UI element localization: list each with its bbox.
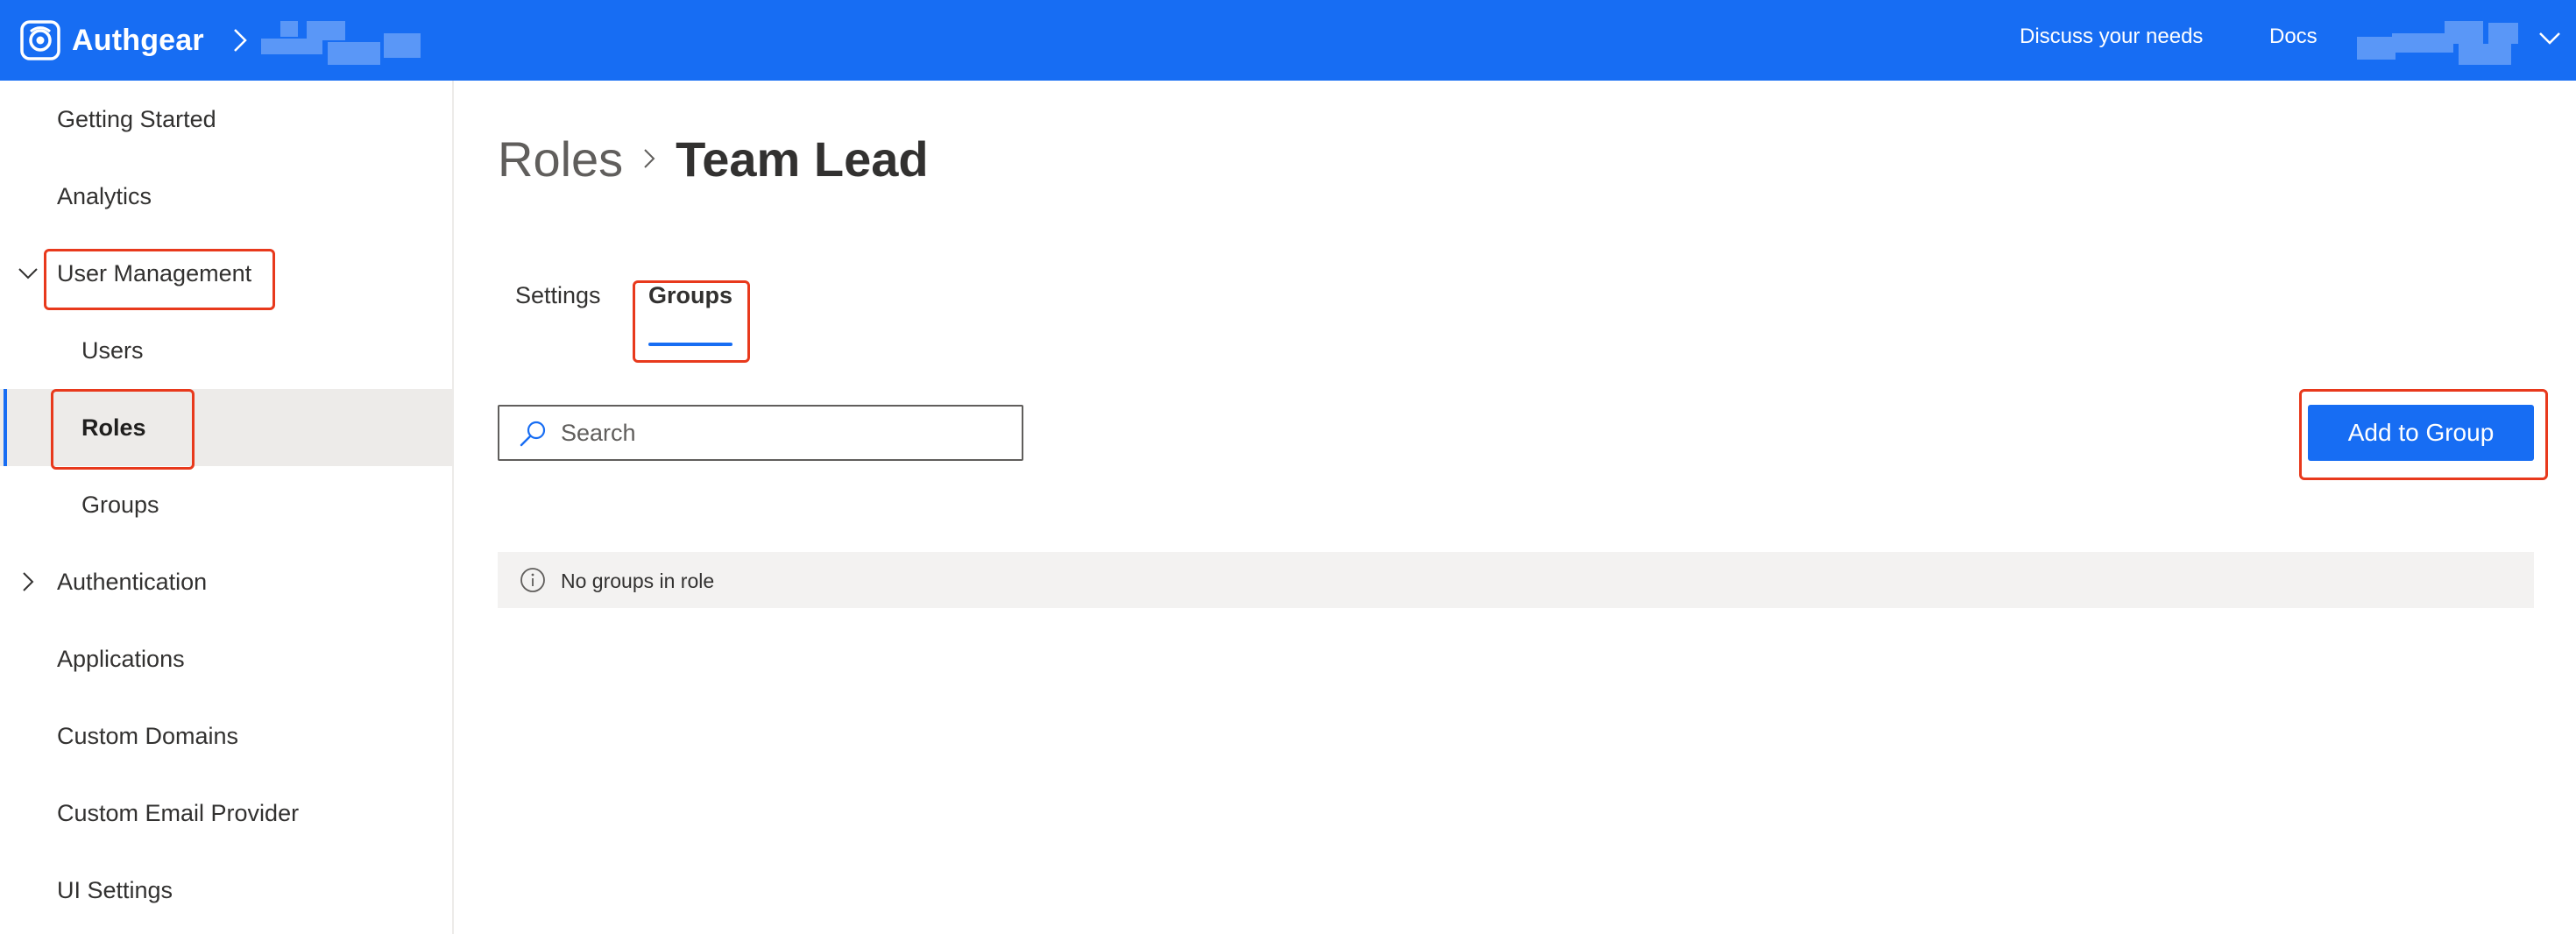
top-bar: Authgear Discuss your needs Docs <box>0 0 2576 81</box>
page-title: Team Lead <box>676 131 929 187</box>
search-icon <box>520 421 546 447</box>
sidebar-item-label: Authentication <box>57 568 208 595</box>
main-content: Roles Team Lead Settings Groups Add to G… <box>456 81 2576 934</box>
discuss-your-needs-link[interactable]: Discuss your needs <box>2020 25 2203 49</box>
sidebar-item-custom-email-provider[interactable]: Custom Email Provider <box>0 775 452 852</box>
empty-state-text: No groups in role <box>561 570 715 592</box>
sidebar-item-ui-settings[interactable]: UI Settings <box>0 852 452 929</box>
sidebar-item-label: Getting Started <box>57 105 216 132</box>
docs-link[interactable]: Docs <box>2269 25 2318 49</box>
project-switcher[interactable] <box>261 16 433 65</box>
sidebar-item-custom-domains[interactable]: Custom Domains <box>0 697 452 775</box>
chevron-right-icon[interactable] <box>18 571 39 592</box>
sidebar-item-users[interactable]: Users <box>0 312 452 389</box>
add-to-group-button[interactable]: Add to Group <box>2308 405 2534 461</box>
sidebar-nav: Getting Started Analytics User Managemen… <box>0 81 454 934</box>
sidebar-item-analytics[interactable]: Analytics <box>0 158 452 235</box>
account-menu[interactable] <box>2357 18 2529 67</box>
sidebar-item-getting-started[interactable]: Getting Started <box>0 81 452 158</box>
search-box[interactable] <box>498 405 1023 461</box>
sidebar-item-groups[interactable]: Groups <box>0 466 452 543</box>
breadcrumb: Roles Team Lead <box>498 128 929 189</box>
tab-settings[interactable]: Settings <box>515 282 601 326</box>
chevron-right-icon <box>644 149 655 168</box>
sidebar-item-label: Custom Domains <box>57 722 239 749</box>
sidebar-item-user-management[interactable]: User Management <box>0 235 452 312</box>
brand-name: Authgear <box>72 23 204 57</box>
sidebar-item-label: Roles <box>81 414 146 441</box>
sidebar-item-label: Custom Email Provider <box>57 799 300 826</box>
chevron-down-icon[interactable] <box>18 263 39 284</box>
brand-home-link[interactable]: Authgear <box>19 18 204 63</box>
sidebar-item-label: Analytics <box>57 182 152 209</box>
sidebar-item-authentication[interactable]: Authentication <box>0 543 452 620</box>
tab-groups[interactable]: Groups <box>648 282 732 326</box>
sidebar-item-roles[interactable]: Roles <box>0 389 452 466</box>
sidebar-item-label: Users <box>81 336 144 364</box>
empty-state-notice: No groups in role <box>498 552 2534 608</box>
sidebar-item-applications[interactable]: Applications <box>0 620 452 697</box>
sidebar-item-label: Groups <box>81 491 159 518</box>
breadcrumb-roles-link[interactable]: Roles <box>498 131 623 188</box>
tab-selected-indicator <box>648 343 732 346</box>
authgear-logo-icon <box>20 20 60 60</box>
sidebar-item-label: User Management <box>57 259 252 287</box>
chevron-right-icon <box>234 29 247 52</box>
sidebar-item-label: Applications <box>57 645 185 672</box>
search-input[interactable] <box>561 415 1008 450</box>
chevron-down-icon[interactable] <box>2537 28 2562 49</box>
info-icon <box>520 568 545 592</box>
sidebar-item-label: UI Settings <box>57 876 173 903</box>
